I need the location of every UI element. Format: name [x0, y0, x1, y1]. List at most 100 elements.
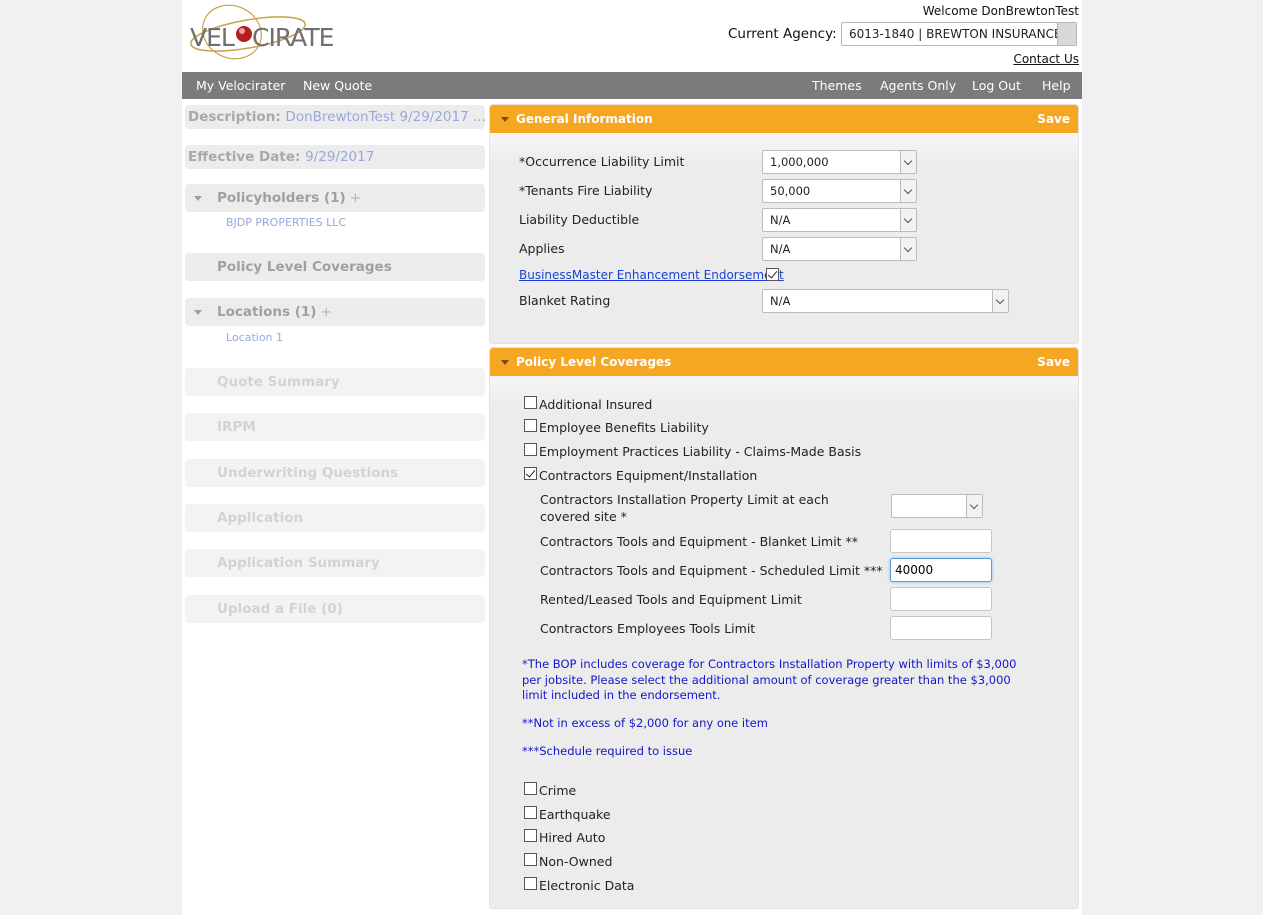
locations-label: Locations (1)	[217, 304, 317, 320]
svg-text:VEL: VEL	[190, 23, 235, 52]
blanket-note: **Not in excess of $2,000 for any one it…	[522, 716, 768, 730]
coverages-save-button[interactable]: Save	[1037, 348, 1070, 376]
general-information-header[interactable]: General Information Save	[490, 105, 1078, 133]
crime-checkbox[interactable]	[524, 782, 537, 795]
sidebar-quote-summary: Quote Summary	[185, 368, 485, 396]
blanket-rating-select[interactable]: N/A	[762, 289, 1009, 313]
caret-down-icon[interactable]	[194, 310, 202, 315]
liability-deductible-label: Liability Deductible	[519, 212, 640, 227]
liability-deductible-value: N/A	[770, 213, 791, 227]
non-owned-label: Non-Owned	[539, 854, 613, 869]
caret-down-icon[interactable]	[501, 117, 509, 122]
contractors-equipment-label: Contractors Equipment/Installation	[539, 468, 758, 483]
tenants-fire-label: *Tenants Fire Liability	[519, 183, 653, 198]
agency-select[interactable]: 6013-1840 | BREWTON INSURANCE	[841, 22, 1077, 46]
rented-leased-label: Rented/Leased Tools and Equipment Limit	[540, 592, 802, 607]
effective-date-value: 9/29/2017	[305, 149, 375, 165]
employment-practices-label: Employment Practices Liability - Claims-…	[539, 444, 862, 459]
nav-themes[interactable]: Themes	[812, 72, 862, 99]
nav-log-out[interactable]: Log Out	[972, 72, 1021, 99]
sidebar-locations[interactable]: Locations (1) +	[185, 298, 485, 326]
chevron-down-icon[interactable]	[900, 180, 916, 202]
blanket-limit-input[interactable]	[890, 529, 992, 553]
effective-date-label: Effective Date:	[188, 149, 301, 165]
electronic-data-label: Electronic Data	[539, 878, 635, 893]
policyholders-label: Policyholders (1)	[217, 190, 346, 206]
installation-limit-label: Contractors Installation Property Limit …	[540, 492, 829, 524]
blanket-rating-label: Blanket Rating	[519, 293, 611, 308]
agency-value: 6013-1840 | BREWTON INSURANCE	[849, 27, 1062, 41]
blanket-rating-value: N/A	[770, 294, 791, 308]
caret-down-icon[interactable]	[194, 196, 202, 201]
sidebar-policyholders[interactable]: Policyholders (1) +	[185, 184, 485, 212]
general-information-panel: General Information Save *Occurrence Lia…	[489, 104, 1079, 344]
contact-us-link[interactable]: Contact Us	[1013, 52, 1079, 66]
svg-text:CIRATER: CIRATER	[252, 23, 333, 52]
welcome-text: Welcome DonBrewtonTest	[922, 4, 1079, 18]
non-owned-checkbox[interactable]	[524, 853, 537, 866]
policy-level-coverages-header[interactable]: Policy Level Coverages Save	[490, 348, 1078, 376]
tenants-fire-select[interactable]: 50,000	[762, 179, 917, 203]
installation-note: *The BOP includes coverage for Contracto…	[522, 657, 1017, 702]
sidebar-application-summary: Application Summary	[185, 549, 485, 577]
scheduled-limit-input[interactable]: 40000	[890, 558, 992, 582]
employees-tools-label: Contractors Employees Tools Limit	[540, 621, 756, 636]
general-information-title: General Information	[516, 112, 653, 126]
policy-level-label: Policy Level Coverages	[217, 259, 392, 275]
earthquake-checkbox[interactable]	[524, 806, 537, 819]
electronic-data-checkbox[interactable]	[524, 877, 537, 890]
chevron-down-icon[interactable]	[900, 151, 916, 173]
chevron-down-icon[interactable]	[966, 495, 982, 517]
nav-my-velocirater[interactable]: My Velocirater	[196, 72, 285, 99]
contractors-equipment-checkbox[interactable]	[524, 467, 537, 480]
scheduled-limit-label: Contractors Tools and Equipment - Schedu…	[540, 563, 883, 578]
employees-tools-input[interactable]	[890, 616, 992, 640]
occurrence-limit-label: *Occurrence Liability Limit	[519, 154, 685, 169]
applies-select[interactable]: N/A	[762, 237, 917, 261]
add-policyholder-icon[interactable]: +	[350, 190, 361, 206]
description-value: DonBrewtonTest 9/29/2017 ...	[285, 109, 485, 125]
additional-insured-label: Additional Insured	[539, 397, 653, 412]
employee-benefits-checkbox[interactable]	[524, 419, 537, 432]
chevron-down-icon[interactable]	[900, 209, 916, 231]
chevron-down-icon[interactable]	[900, 238, 916, 260]
crime-label: Crime	[539, 783, 577, 798]
applies-label: Applies	[519, 241, 565, 256]
hired-auto-checkbox[interactable]	[524, 829, 537, 842]
policy-level-coverages-title: Policy Level Coverages	[516, 355, 672, 369]
sidebar-item-location-1[interactable]: Location 1	[226, 331, 283, 344]
policy-level-coverages-panel: Policy Level Coverages Save Additional I…	[489, 347, 1079, 909]
description-label: Description:	[188, 109, 281, 125]
nav-help[interactable]: Help	[1042, 72, 1071, 99]
blanket-limit-label: Contractors Tools and Equipment - Blanke…	[540, 534, 859, 549]
sidebar-policy-level-coverages[interactable]: Policy Level Coverages	[185, 253, 485, 281]
liability-deductible-select[interactable]: N/A	[762, 208, 917, 232]
additional-insured-checkbox[interactable]	[524, 396, 537, 409]
employee-benefits-label: Employee Benefits Liability	[539, 420, 709, 435]
sidebar-effective-date[interactable]: Effective Date: 9/29/2017	[185, 145, 485, 169]
employment-practices-checkbox[interactable]	[524, 443, 537, 456]
sidebar-application: Application	[185, 504, 485, 532]
enhancement-endorsement-checkbox[interactable]	[766, 268, 779, 281]
nav-new-quote[interactable]: New Quote	[303, 72, 372, 99]
occurrence-limit-select[interactable]: 1,000,000	[762, 150, 917, 174]
sidebar-irpm: IRPM	[185, 413, 485, 441]
applies-value: N/A	[770, 242, 791, 256]
installation-limit-select[interactable]	[891, 494, 983, 518]
add-location-icon[interactable]: +	[320, 304, 331, 320]
chevron-down-icon[interactable]	[992, 290, 1008, 312]
chevron-down-icon[interactable]	[1057, 23, 1076, 45]
general-save-button[interactable]: Save	[1037, 105, 1070, 133]
enhancement-endorsement-link[interactable]: BusinessMaster Enhancement Endorsement	[519, 268, 784, 282]
agency-label: Current Agency:	[728, 26, 837, 42]
caret-down-icon[interactable]	[501, 360, 509, 365]
velocirater-logo[interactable]: VEL CIRATER	[188, 2, 333, 68]
tenants-fire-value: 50,000	[770, 184, 811, 198]
sidebar-underwriting-questions: Underwriting Questions	[185, 459, 485, 487]
sidebar-item-policyholder[interactable]: BJDP PROPERTIES LLC	[226, 216, 346, 229]
nav-agents-only[interactable]: Agents Only	[880, 72, 956, 99]
hired-auto-label: Hired Auto	[539, 830, 606, 845]
rented-leased-input[interactable]	[890, 587, 992, 611]
sidebar-upload-file: Upload a File (0)	[185, 595, 485, 623]
sidebar-description[interactable]: Description: DonBrewtonTest 9/29/2017 ..…	[185, 105, 485, 129]
